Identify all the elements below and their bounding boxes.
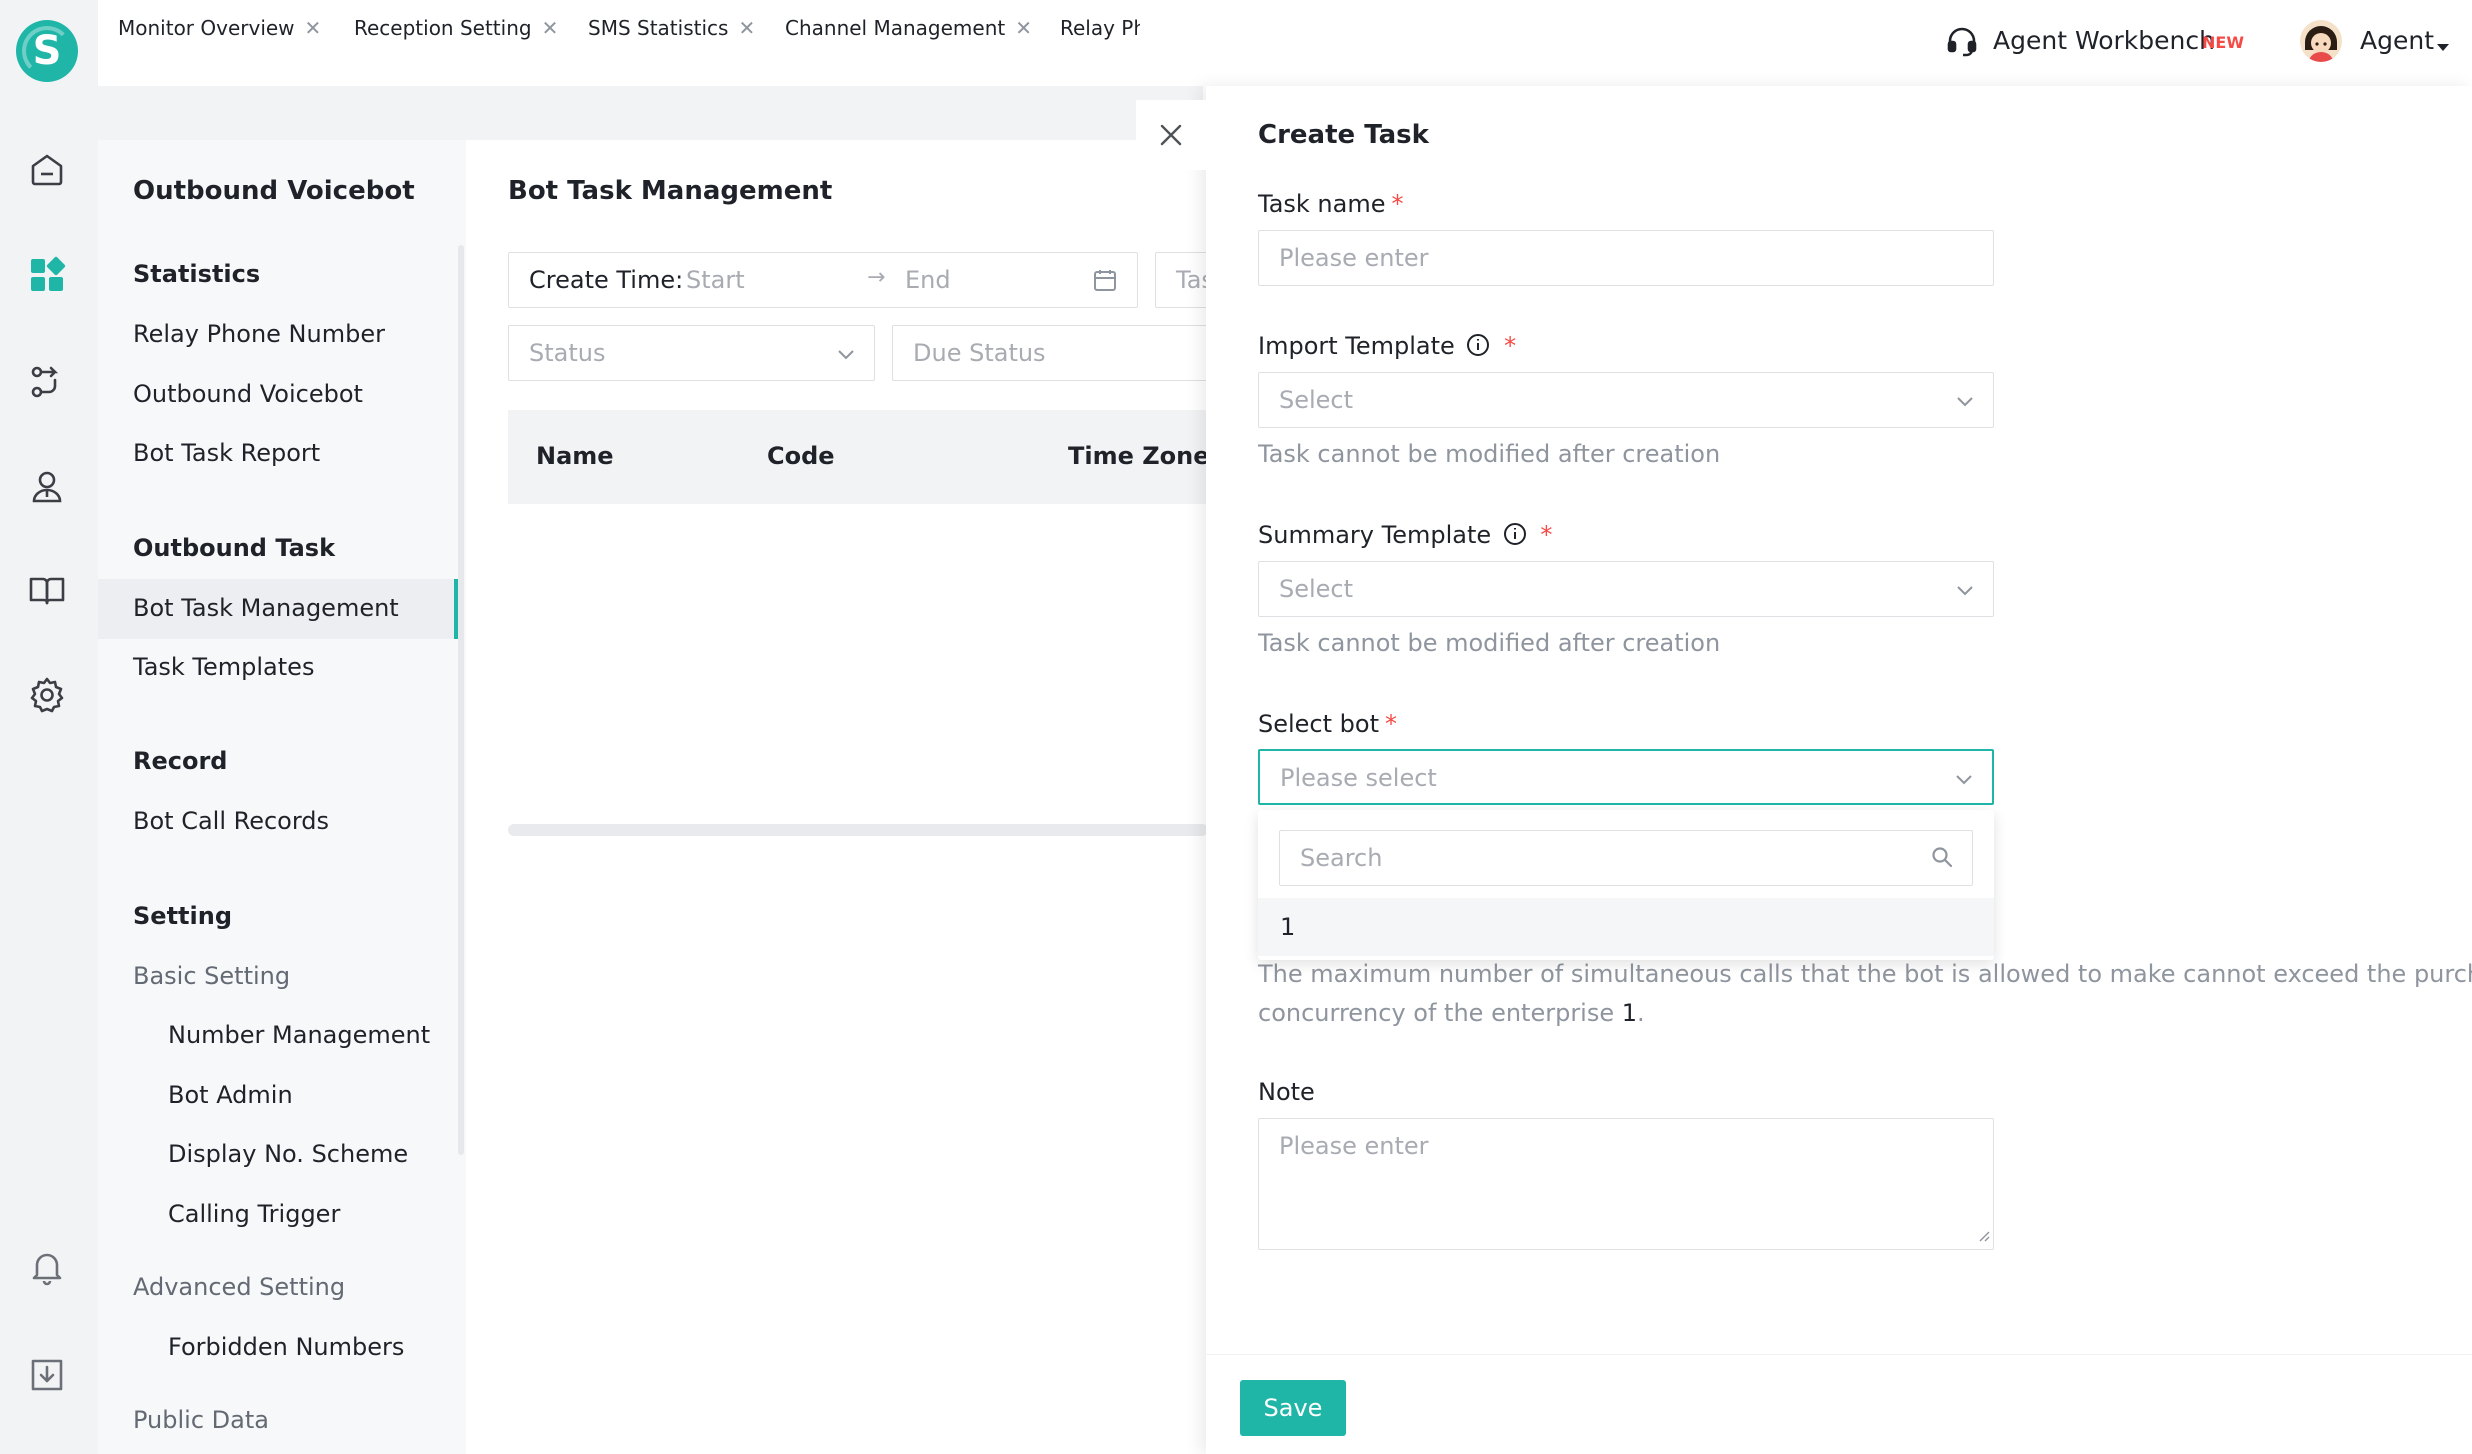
dashboard-icon[interactable] [22, 250, 72, 300]
menu-group-record: Record [133, 747, 228, 775]
column-header-name[interactable]: Name [536, 442, 614, 470]
routing-icon[interactable] [22, 357, 72, 407]
select-bot-label: Select bot * [1258, 710, 1397, 738]
required-mark: * [1504, 332, 1517, 360]
menu-item-bot-call-records[interactable]: Bot Call Records [133, 807, 329, 835]
menu-item-calling-trigger[interactable]: Calling Trigger [168, 1200, 340, 1228]
close-icon [1160, 124, 1182, 146]
drawer-footer [1206, 1354, 2472, 1454]
resize-handle-icon[interactable] [1978, 1227, 1990, 1246]
chevron-down-icon [1955, 580, 1975, 604]
caret-down-icon[interactable] [2436, 38, 2450, 57]
column-header-code[interactable]: Code [767, 442, 835, 470]
menu-group-outbound-task: Outbound Task [133, 534, 336, 562]
summary-template-label: Summary Template * [1258, 521, 1553, 549]
concurrency-value: 1 [1621, 999, 1638, 1027]
arrow-right-icon: → [867, 265, 886, 290]
close-icon[interactable]: ✕ [738, 16, 755, 40]
end-date-input[interactable]: End [905, 266, 951, 294]
menu-sub-advanced-setting[interactable]: Advanced Setting [133, 1273, 345, 1301]
headset-icon [1944, 24, 1980, 64]
drawer-close-button[interactable] [1136, 100, 1206, 170]
close-icon[interactable]: ✕ [305, 16, 322, 40]
tab-bar [98, 86, 1203, 140]
summary-template-select[interactable]: Select [1258, 561, 1994, 617]
left-rail [0, 0, 98, 1454]
menu-item-display-no-scheme[interactable]: Display No. Scheme [168, 1140, 408, 1168]
menu-item-bot-task-management[interactable]: Bot Task Management [133, 594, 399, 622]
menu-item-task-templates[interactable]: Task Templates [133, 653, 314, 681]
column-header-time-zone[interactable]: Time Zone [1068, 442, 1210, 470]
chevron-down-icon [1954, 769, 1974, 793]
concurrency-hint-line2: concurrency of the enterprise 1. [1258, 999, 1645, 1027]
note-label: Note [1258, 1078, 1315, 1106]
menu-title: Outbound Voicebot [133, 176, 415, 206]
settings-gear-icon[interactable] [22, 670, 72, 720]
tab-monitor-overview[interactable]: Monitor Overview ✕ [118, 0, 321, 54]
concurrency-hint-line1: The maximum number of simultaneous calls… [1258, 960, 2472, 988]
agent-workbench-link[interactable]: Agent Workbench [1993, 26, 2215, 55]
notification-bell-icon[interactable] [22, 1242, 72, 1292]
required-mark: * [1385, 710, 1397, 738]
tab-sms-statistics[interactable]: SMS Statistics ✕ [588, 0, 755, 54]
start-date-input[interactable]: Start [686, 266, 745, 294]
tab-channel-management[interactable]: Channel Management ✕ [785, 0, 1032, 54]
save-button[interactable]: Save [1240, 1380, 1346, 1436]
user-menu-label[interactable]: Agent [2360, 26, 2434, 55]
avatar[interactable] [2300, 20, 2342, 62]
app-logo-icon[interactable]: S [16, 20, 78, 82]
required-mark: * [1391, 190, 1404, 218]
page-title: Bot Task Management [508, 176, 833, 206]
chevron-down-icon [836, 344, 856, 368]
task-name-label: Task name * [1258, 190, 1404, 218]
agent-icon[interactable] [22, 462, 72, 512]
import-template-select[interactable]: Select [1258, 372, 1994, 428]
chevron-down-icon [1955, 391, 1975, 415]
search-icon [1930, 845, 1954, 873]
dropdown-search-input[interactable]: Search [1279, 830, 1973, 886]
dropdown-option[interactable]: 1 [1258, 898, 1994, 956]
tab-reception-setting[interactable]: Reception Setting ✕ [354, 0, 558, 54]
status-select[interactable]: Status [508, 325, 875, 381]
required-mark: * [1540, 521, 1553, 549]
table-horizontal-scrollbar[interactable] [508, 824, 1208, 836]
home-icon[interactable] [22, 145, 72, 195]
task-name-input[interactable]: Please enter [1258, 230, 1994, 286]
menu-item-outbound-voicebot[interactable]: Outbound Voicebot [133, 380, 363, 408]
new-badge: NEW [2202, 33, 2244, 52]
menu-item-relay-phone-number[interactable]: Relay Phone Number [133, 320, 385, 348]
drawer-title: Create Task [1258, 120, 1429, 150]
due-status-select[interactable]: Due Status [892, 325, 1212, 381]
create-time-label: Create Time: [529, 266, 684, 294]
import-template-label: Import Template * [1258, 332, 1517, 360]
calendar-icon [1093, 268, 1117, 296]
tab-relay-phone[interactable]: Relay Ph [1060, 0, 1140, 54]
select-bot-select[interactable]: Please select [1258, 749, 1994, 805]
info-icon[interactable] [1503, 522, 1527, 546]
summary-template-hint: Task cannot be modified after creation [1258, 629, 1721, 657]
close-icon[interactable]: ✕ [1015, 16, 1032, 40]
menu-item-forbidden-numbers[interactable]: Forbidden Numbers [168, 1333, 404, 1361]
info-icon[interactable] [1466, 333, 1490, 357]
close-icon[interactable]: ✕ [542, 16, 559, 40]
menu-item-number-management[interactable]: Number Management [168, 1021, 430, 1049]
menu-item-bot-task-report[interactable]: Bot Task Report [133, 439, 320, 467]
menu-group-public-data[interactable]: Public Data [133, 1406, 269, 1434]
menu-item-bot-admin[interactable]: Bot Admin [168, 1081, 293, 1109]
create-time-range-picker[interactable]: Create Time: Start → End [508, 252, 1138, 308]
menu-scrollbar[interactable] [458, 245, 464, 1155]
menu-group-statistics: Statistics [133, 260, 261, 288]
menu-group-setting: Setting [133, 902, 232, 930]
import-template-hint: Task cannot be modified after creation [1258, 440, 1721, 468]
note-textarea[interactable]: Please enter [1258, 1118, 1994, 1250]
download-tray-icon[interactable] [22, 1350, 72, 1400]
menu-sub-basic-setting[interactable]: Basic Setting [133, 962, 290, 990]
book-icon[interactable] [22, 565, 72, 615]
